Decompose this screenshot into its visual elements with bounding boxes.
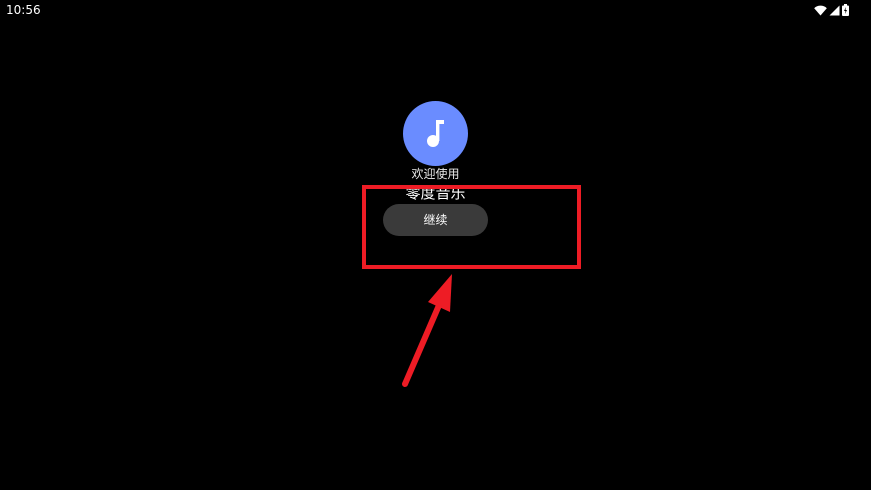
music-note-icon	[426, 119, 444, 147]
cell-signal-icon	[829, 5, 840, 15]
wifi-icon	[814, 5, 827, 15]
status-time: 10:56	[6, 3, 41, 17]
annotation-highlight-box	[362, 185, 581, 269]
app-logo	[403, 101, 468, 166]
status-icons	[814, 3, 849, 17]
welcome-screen: 10:56 欢迎使用 零度音乐 继续	[0, 0, 871, 490]
welcome-text: 欢迎使用	[411, 167, 460, 181]
battery-icon	[842, 4, 849, 16]
status-bar: 10:56	[0, 0, 871, 20]
